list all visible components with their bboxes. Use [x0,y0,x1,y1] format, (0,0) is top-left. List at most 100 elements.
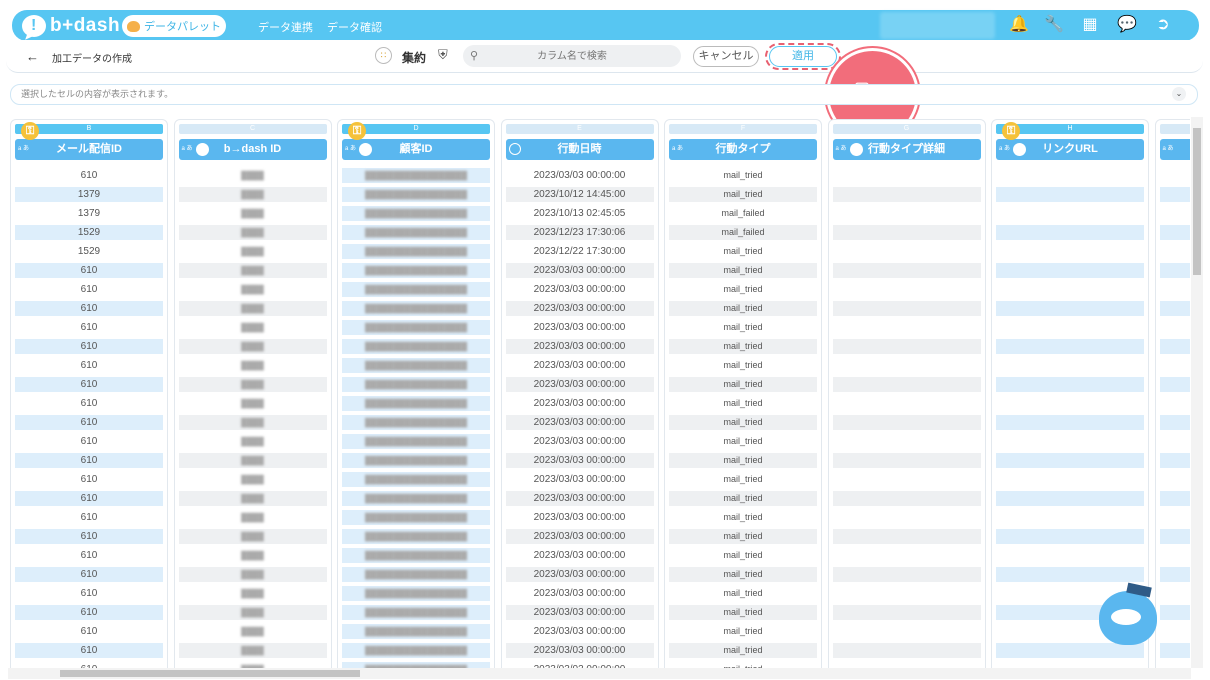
table-cell[interactable] [1159,529,1190,544]
table-cell[interactable]: mail_tried [669,358,817,373]
table-cell[interactable]: ████ [178,225,327,240]
table-cell[interactable]: ████ [178,282,327,297]
table-cell[interactable]: 2023/03/03 00:00:00 [505,301,654,316]
table-cell[interactable] [996,567,1144,582]
table-cell[interactable] [996,453,1144,468]
table-cell[interactable] [832,225,981,240]
table-cell[interactable]: mail_tried [669,187,817,202]
table-cell[interactable]: mail_tried [669,434,817,449]
table-cell[interactable] [1159,434,1190,449]
nav-data-integration[interactable]: データ連携 [258,19,313,35]
table-cell[interactable]: 610 [15,453,163,468]
user-account-info[interactable] [880,12,995,39]
table-cell[interactable] [832,358,981,373]
table-cell[interactable]: 2023/03/03 00:00:00 [505,624,654,639]
table-cell[interactable] [832,472,981,487]
table-cell[interactable]: ████ [178,396,327,411]
table-cell[interactable]: ████ [178,358,327,373]
table-cell[interactable]: 1529 [15,225,163,240]
table-cell[interactable]: ██████████████████ [342,510,490,525]
table-cell[interactable]: 2023/03/03 00:00:00 [505,282,654,297]
table-cell[interactable]: 610 [15,605,163,620]
table-cell[interactable] [996,282,1144,297]
table-cell[interactable] [1159,282,1190,297]
table-cell[interactable] [996,168,1144,183]
table-cell[interactable] [832,510,981,525]
bdash-logo[interactable]: ! b+dash [22,14,120,38]
table-cell[interactable]: ████ [178,491,327,506]
table-cell[interactable]: 1379 [15,206,163,221]
table-cell[interactable]: ██████████████████ [342,586,490,601]
table-cell[interactable]: ██████████████████ [342,187,490,202]
table-cell[interactable] [996,529,1144,544]
table-cell[interactable]: ██████████████████ [342,377,490,392]
table-cell[interactable]: 2023/03/03 00:00:00 [505,168,654,183]
cell-content-display[interactable]: 選択したセルの内容が表示されます。 [10,84,1198,105]
table-cell[interactable]: ██████████████████ [342,206,490,221]
table-cell[interactable]: ████ [178,453,327,468]
table-cell[interactable] [996,377,1144,392]
table-cell[interactable] [996,206,1144,221]
table-cell[interactable]: 2023/03/03 00:00:00 [505,491,654,506]
table-cell[interactable]: 610 [15,491,163,506]
table-cell[interactable] [1159,510,1190,525]
table-cell[interactable]: ████ [178,168,327,183]
table-cell[interactable]: 2023/03/03 00:00:00 [505,320,654,335]
table-cell[interactable]: ██████████████████ [342,244,490,259]
column-header[interactable]: a あ 顧客ID [342,139,490,160]
table-cell[interactable]: 2023/03/03 00:00:00 [505,396,654,411]
bell-icon[interactable]: 🔔 [1009,16,1029,34]
table-cell[interactable]: ████ [178,624,327,639]
table-cell[interactable] [996,301,1144,316]
table-cell[interactable]: 610 [15,396,163,411]
table-cell[interactable] [832,187,981,202]
table-cell[interactable]: 1529 [15,244,163,259]
table-cell[interactable]: 2023/10/13 02:45:05 [505,206,654,221]
vertical-scroll-thumb[interactable] [1193,128,1201,275]
table-cell[interactable]: 610 [15,434,163,449]
table-cell[interactable] [832,491,981,506]
table-cell[interactable]: 610 [15,415,163,430]
chat-icon[interactable]: 💬 [1117,16,1137,34]
logout-icon[interactable]: ➲ [1152,16,1174,34]
table-cell[interactable]: ██████████████████ [342,472,490,487]
table-cell[interactable] [832,567,981,582]
table-cell[interactable]: ██████████████████ [342,320,490,335]
table-cell[interactable]: ████ [178,301,327,316]
table-cell[interactable]: 2023/10/12 14:45:00 [505,187,654,202]
table-cell[interactable]: ████ [178,510,327,525]
table-cell[interactable] [996,510,1144,525]
table-cell[interactable]: mail_tried [669,377,817,392]
table-cell[interactable]: ████ [178,187,327,202]
table-cell[interactable]: 2023/03/03 00:00:00 [505,529,654,544]
table-cell[interactable] [832,643,981,658]
data-palette-tab[interactable]: データパレット [122,15,226,37]
table-cell[interactable]: ████ [178,415,327,430]
table-cell[interactable] [996,358,1144,373]
table-cell[interactable]: ████ [178,586,327,601]
table-cell[interactable] [832,206,981,221]
table-cell[interactable]: mail_tried [669,244,817,259]
apply-button[interactable]: 適用 [769,46,837,67]
table-cell[interactable]: 610 [15,472,163,487]
aggregate-label[interactable]: 集約 [402,49,426,66]
table-cell[interactable]: 610 [15,282,163,297]
table-cell[interactable]: ██████████████████ [342,168,490,183]
table-cell[interactable]: mail_tried [669,548,817,563]
table-cell[interactable] [996,491,1144,506]
table-cell[interactable] [996,187,1144,202]
table-cell[interactable]: ██████████████████ [342,624,490,639]
table-cell[interactable]: ██████████████████ [342,396,490,411]
column-header[interactable]: a あ b→dash ID [178,139,327,160]
back-arrow-icon[interactable]: ← [26,49,39,64]
table-cell[interactable] [1159,187,1190,202]
column-header[interactable]: a あ 行動タイプ [669,139,817,160]
table-cell[interactable]: 610 [15,586,163,601]
table-cell[interactable] [1159,263,1190,278]
table-cell[interactable]: mail_tried [669,301,817,316]
table-cell[interactable] [996,244,1144,259]
table-cell[interactable]: ████ [178,529,327,544]
table-cell[interactable]: 610 [15,529,163,544]
table-cell[interactable] [832,529,981,544]
table-cell[interactable] [1159,605,1190,620]
